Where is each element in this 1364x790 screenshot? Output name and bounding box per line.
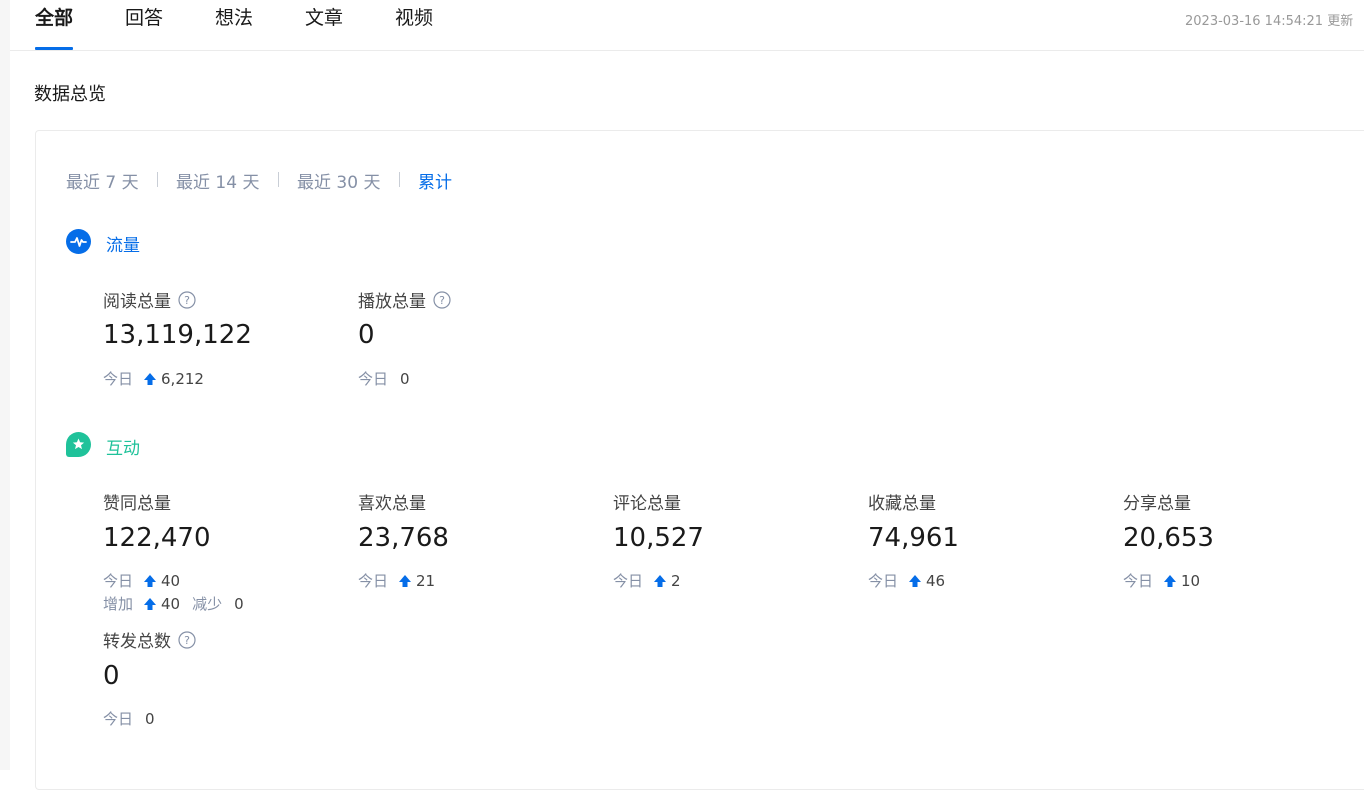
today-label: 今日 xyxy=(358,370,389,388)
range-divider xyxy=(157,172,158,187)
range-cumulative[interactable]: 累计 xyxy=(418,168,452,193)
metric-label-text: 收藏总量 xyxy=(868,494,936,514)
arrow-up-icon xyxy=(398,574,412,588)
tab-videos[interactable]: 视频 xyxy=(395,5,433,50)
metric-value: 0 xyxy=(103,661,120,691)
tab-label: 全部 xyxy=(35,7,74,29)
metric-label: 喜欢总量 xyxy=(358,489,426,514)
tab-label: 视频 xyxy=(395,7,434,29)
interaction-group-label: 互动 xyxy=(106,439,140,459)
metric-label-text: 阅读总量 xyxy=(103,292,171,312)
help-icon[interactable]: ? xyxy=(433,290,451,309)
metric-today: 今日 40 xyxy=(103,570,180,591)
today-value: 10 xyxy=(1181,571,1201,590)
increase-value: 40 xyxy=(161,594,181,613)
today-label: 今日 xyxy=(358,572,389,590)
arrow-up-icon xyxy=(653,574,667,588)
metric-change: 增加 40 减少 0 xyxy=(103,593,244,614)
page-title: 数据总览 xyxy=(34,84,106,105)
tab-label: 想法 xyxy=(215,7,254,29)
range-divider xyxy=(399,172,400,187)
active-tab-indicator xyxy=(35,47,74,50)
today-value: 0 xyxy=(145,709,155,728)
today-label: 今日 xyxy=(103,572,134,590)
today-value: 46 xyxy=(926,571,946,590)
tab-label: 文章 xyxy=(305,7,344,29)
today-value: 21 xyxy=(416,571,436,590)
metric-label: 播放总量 ? xyxy=(358,287,451,312)
content-type-tabs: 全部 回答 想法 文章 视频 2023-03-16 14:54:21 更新 xyxy=(10,0,1364,51)
overview-card xyxy=(35,130,1364,790)
svg-text:?: ? xyxy=(184,294,190,307)
today-label: 今日 xyxy=(1123,572,1154,590)
metric-today: 今日 0 xyxy=(103,708,155,729)
metric-label: 转发总数 ? xyxy=(103,627,196,652)
left-gutter xyxy=(0,0,10,770)
metric-label: 分享总量 xyxy=(1123,489,1191,514)
tab-thoughts[interactable]: 想法 xyxy=(215,5,253,50)
svg-text:?: ? xyxy=(184,634,190,647)
metric-label: 收藏总量 xyxy=(868,489,936,514)
svg-text:?: ? xyxy=(439,294,445,307)
metric-value: 122,470 xyxy=(103,523,211,553)
tab-answers[interactable]: 回答 xyxy=(125,5,163,50)
metric-today: 今日 2 xyxy=(613,570,681,591)
tab-all[interactable]: 全部 xyxy=(35,5,74,50)
metric-label-text: 转发总数 xyxy=(103,632,171,652)
tab-label: 回答 xyxy=(125,7,164,29)
metric-label: 阅读总量 ? xyxy=(103,287,196,312)
metric-label: 赞同总量 xyxy=(103,489,171,514)
range-7-days[interactable]: 最近 7 天 xyxy=(66,168,139,193)
today-label: 今日 xyxy=(868,572,899,590)
metric-today: 今日 21 xyxy=(358,570,435,591)
today-value: 40 xyxy=(161,571,181,590)
metric-value: 20,653 xyxy=(1123,523,1214,553)
today-value: 2 xyxy=(671,571,681,590)
increase-label: 增加 xyxy=(103,595,134,613)
metric-today: 今日 6,212 xyxy=(103,368,204,389)
range-divider xyxy=(278,172,279,187)
arrow-up-icon xyxy=(143,597,157,611)
help-icon[interactable]: ? xyxy=(178,290,196,309)
metric-value: 10,527 xyxy=(613,523,704,553)
traffic-group-label: 流量 xyxy=(106,236,140,256)
today-value: 6,212 xyxy=(161,369,204,388)
metric-label-text: 播放总量 xyxy=(358,292,426,312)
arrow-up-icon xyxy=(143,574,157,588)
pulse-icon xyxy=(66,229,91,254)
star-chat-icon xyxy=(66,432,91,457)
metric-value: 0 xyxy=(358,320,375,350)
metric-value: 13,119,122 xyxy=(103,320,252,350)
range-30-days[interactable]: 最近 30 天 xyxy=(297,168,380,193)
arrow-up-icon xyxy=(143,372,157,386)
range-14-days[interactable]: 最近 14 天 xyxy=(176,168,259,193)
help-icon[interactable]: ? xyxy=(178,630,196,649)
metric-today: 今日 0 xyxy=(358,368,410,389)
today-label: 今日 xyxy=(103,370,134,388)
metric-today: 今日 46 xyxy=(868,570,945,591)
metric-label: 评论总量 xyxy=(613,489,681,514)
metric-label-text: 评论总量 xyxy=(613,494,681,514)
today-value: 0 xyxy=(400,369,410,388)
tab-articles[interactable]: 文章 xyxy=(305,5,343,50)
today-label: 今日 xyxy=(613,572,644,590)
last-updated-text: 2023-03-16 14:54:21 更新 xyxy=(1185,14,1354,29)
arrow-up-icon xyxy=(1163,574,1177,588)
arrow-up-icon xyxy=(908,574,922,588)
metric-label-text: 赞同总量 xyxy=(103,494,171,514)
today-label: 今日 xyxy=(103,710,134,728)
decrease-label: 减少 xyxy=(192,595,223,613)
metric-value: 74,961 xyxy=(868,523,959,553)
metric-value: 23,768 xyxy=(358,523,449,553)
metric-label-text: 分享总量 xyxy=(1123,494,1191,514)
metric-label-text: 喜欢总量 xyxy=(358,494,426,514)
metric-today: 今日 10 xyxy=(1123,570,1200,591)
decrease-value: 0 xyxy=(234,594,244,613)
